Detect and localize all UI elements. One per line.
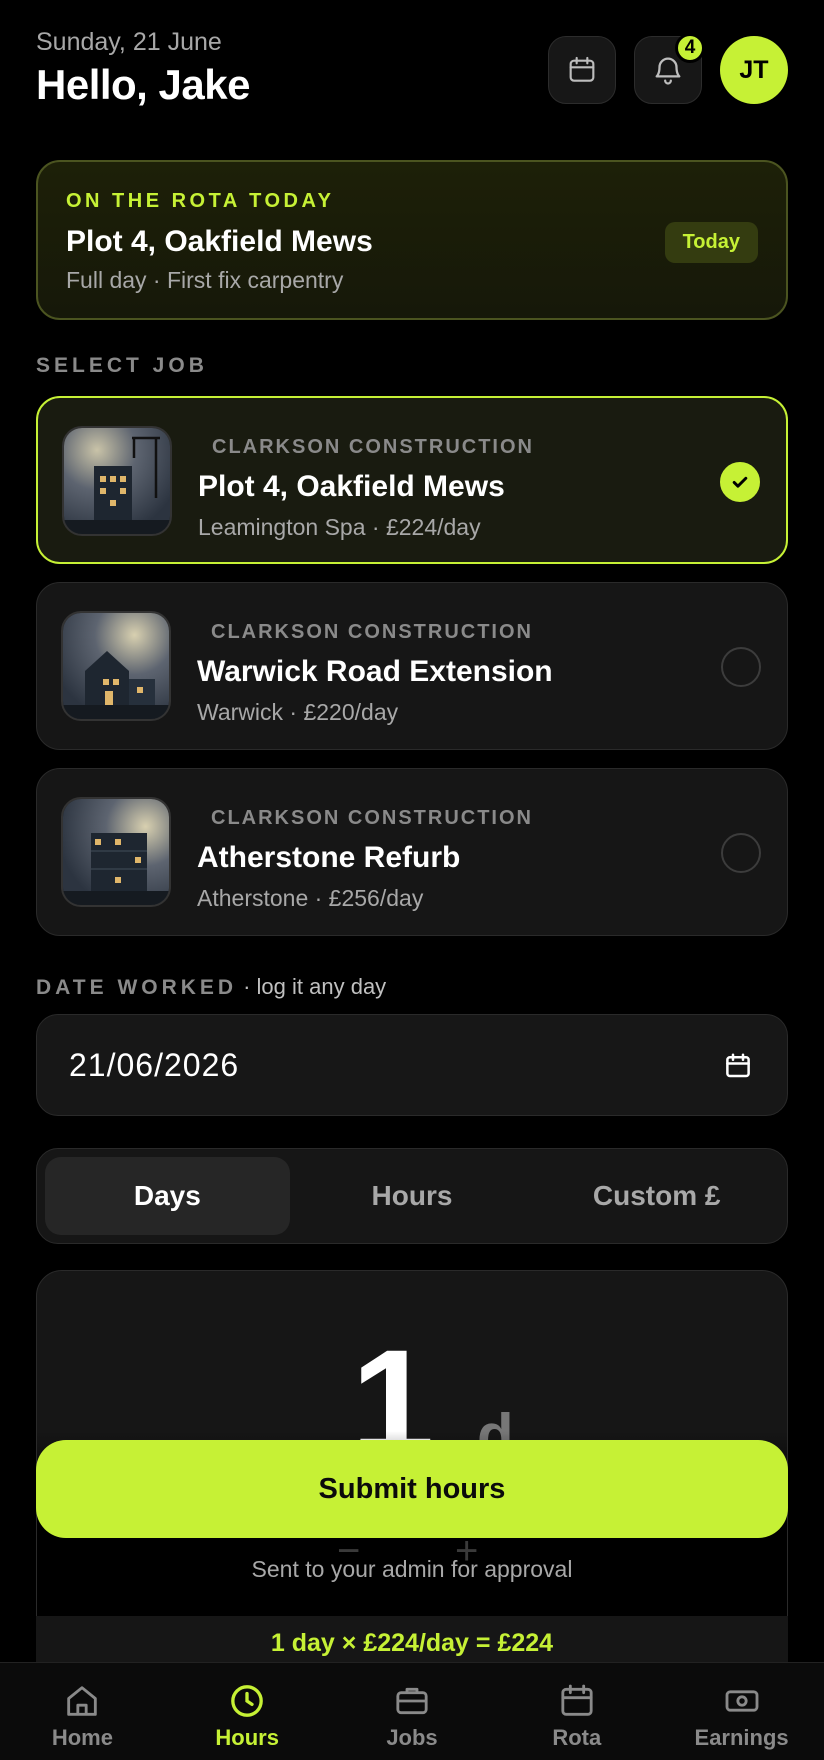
date-worked-label: DATE WORKED · log it any day <box>36 974 386 1000</box>
select-job-label: SELECT JOB <box>36 354 208 377</box>
calendar-icon[interactable] <box>723 1051 753 1081</box>
rota-today-card[interactable]: ON THE ROTA TODAY Plot 4, Oakfield Mews … <box>36 160 788 320</box>
tab-rota[interactable]: Rota <box>494 1663 659 1760</box>
rota-eyebrow: ON THE ROTA TODAY <box>66 190 335 212</box>
job-company: CLARKSON CONSTRUCTION <box>211 621 533 643</box>
job-title: Plot 4, Oakfield Mews <box>198 470 505 503</box>
tab-rota-label: Rota <box>552 1725 602 1750</box>
tab-jobs[interactable]: Jobs <box>330 1663 495 1760</box>
job-card-atherstone[interactable]: CLARKSON CONSTRUCTION Atherstone Refurb … <box>36 768 788 936</box>
date-worked-note: · log it any day <box>243 974 387 999</box>
job-meta: Atherstone · £256/day <box>197 885 424 911</box>
tab-earnings-label: Earnings <box>694 1725 789 1750</box>
calendar-button[interactable] <box>548 36 616 104</box>
clock-icon <box>231 1685 264 1717</box>
job-thumbnail <box>61 797 171 907</box>
job-radio[interactable] <box>721 647 761 687</box>
mode-segmented-control: Days Hours Custom £ <box>36 1148 788 1244</box>
rota-title: Plot 4, Oakfield Mews <box>66 225 373 258</box>
job-company: CLARKSON CONSTRUCTION <box>211 807 533 829</box>
house-icon <box>63 613 169 719</box>
date-field[interactable]: 21/06/2026 <box>36 1014 788 1116</box>
job-card-warwick[interactable]: CLARKSON CONSTRUCTION Warwick Road Exten… <box>36 582 788 750</box>
submit-hours-button[interactable]: Submit hours <box>36 1440 788 1538</box>
tab-jobs-label: Jobs <box>386 1725 438 1750</box>
job-meta: Warwick · £220/day <box>197 699 399 725</box>
job-thumbnail <box>61 611 171 721</box>
tab-earnings[interactable]: Earnings <box>659 1663 824 1760</box>
job-radio-selected[interactable] <box>720 462 760 502</box>
job-title: Warwick Road Extension <box>197 655 553 688</box>
cash-icon <box>725 1690 758 1712</box>
job-card-oakfield[interactable]: CLARKSON CONSTRUCTION Plot 4, Oakfield M… <box>36 396 788 564</box>
mode-custom-tab[interactable]: Custom £ <box>534 1157 779 1235</box>
submit-note: Sent to your admin for approval <box>251 1556 573 1582</box>
job-thumbnail <box>62 426 172 536</box>
building-crane-icon <box>64 428 170 534</box>
calendar-icon <box>561 1684 593 1716</box>
avatar[interactable]: JT <box>720 36 788 104</box>
job-company: CLARKSON CONSTRUCTION <box>212 436 534 458</box>
tab-hours[interactable]: Hours <box>165 1663 330 1760</box>
tab-hours-label: Hours <box>215 1725 279 1750</box>
date-worked-title: DATE WORKED <box>36 976 238 999</box>
tab-home-label: Home <box>51 1725 113 1750</box>
mode-hours-tab[interactable]: Hours <box>290 1157 535 1235</box>
apartment-building-icon <box>63 799 169 905</box>
header: Sunday, 21 June Hello, Jake 4 JT <box>36 28 788 108</box>
date-value: 21/06/2026 <box>69 1047 240 1083</box>
calendar-icon <box>569 56 595 82</box>
notifications-button[interactable]: 4 <box>634 33 705 104</box>
job-radio[interactable] <box>721 833 761 873</box>
bottom-tab-bar: Home Hours Jobs Rota Earnings <box>0 1662 824 1760</box>
tab-home[interactable]: Home <box>0 1663 165 1760</box>
notification-badge: 4 <box>675 33 705 63</box>
job-title: Atherstone Refurb <box>197 841 461 874</box>
briefcase-icon <box>396 1687 428 1715</box>
home-icon <box>67 1686 98 1716</box>
checkmark-icon <box>732 476 748 488</box>
rota-subtitle: Full day · First fix carpentry <box>66 267 344 293</box>
job-meta: Leamington Spa · £224/day <box>198 514 481 540</box>
today-pill: Today <box>664 222 758 263</box>
mode-days-tab[interactable]: Days <box>45 1157 290 1235</box>
